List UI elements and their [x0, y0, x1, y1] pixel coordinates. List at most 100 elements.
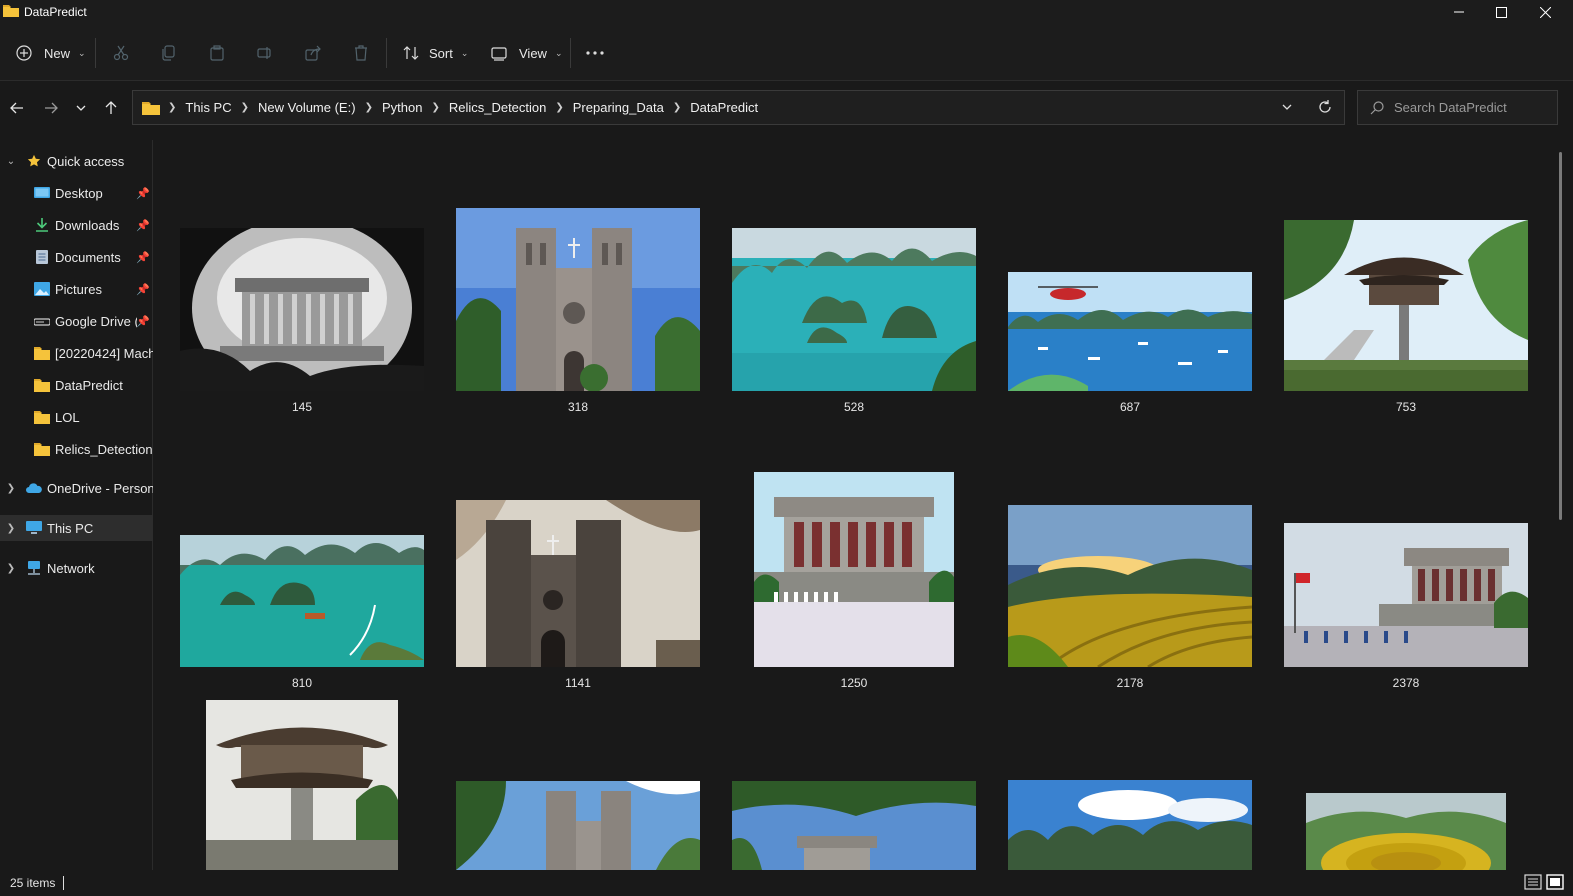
up-button[interactable]: [100, 97, 122, 119]
folder-icon: [142, 101, 160, 115]
image-thumbnail: [1306, 793, 1506, 870]
sort-button[interactable]: Sort ⌄: [403, 42, 468, 64]
image-thumbnail: [180, 535, 424, 667]
chevron-right-icon[interactable]: ❯: [6, 483, 16, 494]
breadcrumb-new-volume[interactable]: New Volume (E:): [258, 100, 356, 115]
maximize-button[interactable]: [1478, 0, 1524, 24]
image-thumbnail: [732, 228, 976, 391]
sidebar-item-google-drive[interactable]: Google Drive (G:) 📌: [0, 308, 153, 334]
sidebar-item-quick-access[interactable]: ⌄ Quick access: [0, 148, 153, 174]
forward-button[interactable]: [40, 97, 62, 119]
sort-icon: [403, 46, 419, 60]
pictures-icon: [34, 282, 50, 296]
minimize-button[interactable]: [1436, 0, 1482, 24]
sidebar-item-machine-learning[interactable]: [20220424] Machine Learning: [0, 340, 153, 366]
more-icon: [586, 51, 604, 55]
image-thumbnail: [206, 700, 398, 870]
pin-icon: 📌: [136, 283, 150, 296]
breadcrumb-python[interactable]: Python: [382, 100, 422, 115]
sidebar-item-desktop[interactable]: Desktop 📌: [0, 180, 153, 206]
sidebar-item-downloads[interactable]: Downloads 📌: [0, 212, 153, 238]
breadcrumb-this-pc[interactable]: This PC: [185, 100, 231, 115]
image-thumbnail: [1008, 272, 1252, 391]
delete-button[interactable]: [353, 42, 369, 64]
arrow-left-icon: [10, 102, 23, 114]
status-bar: 25 items: [0, 870, 1573, 896]
folder-icon: [34, 411, 50, 424]
sidebar-item-label: Desktop: [55, 185, 103, 201]
chevron-right-icon[interactable]: ❯: [6, 523, 16, 534]
share-button[interactable]: [305, 42, 321, 64]
recent-locations-button[interactable]: [70, 97, 92, 119]
breadcrumb-separator: ❯: [364, 102, 373, 113]
refresh-icon: [1319, 100, 1331, 113]
address-history-button[interactable]: [1281, 99, 1293, 118]
pin-icon: 📌: [136, 219, 150, 232]
pin-icon: 📌: [136, 315, 150, 328]
arrow-right-icon: [45, 102, 58, 114]
address-bar[interactable]: ❯ This PC ❯ New Volume (E:) ❯ Python ❯ R…: [132, 90, 1345, 125]
sidebar-item-onedrive[interactable]: ❯ OneDrive - Personal: [0, 475, 153, 501]
breadcrumb-separator: ❯: [168, 102, 177, 113]
image-thumbnail: [456, 208, 700, 391]
rename-icon: [257, 47, 271, 59]
view-button[interactable]: View ⌄: [491, 42, 563, 64]
chevron-down-icon: ⌄: [554, 47, 563, 58]
sidebar-item-label: Network: [47, 560, 95, 576]
sort-label: Sort: [429, 45, 453, 61]
divider: [95, 38, 96, 68]
more-options-button[interactable]: [586, 42, 604, 64]
refresh-button[interactable]: [1317, 99, 1333, 118]
sidebar-item-relics-detection[interactable]: Relics_Detection: [0, 436, 153, 462]
details-view-icon[interactable]: [1524, 874, 1542, 890]
folder-icon: [34, 443, 50, 456]
copy-button[interactable]: [161, 42, 177, 64]
vertical-scrollbar[interactable]: [1559, 152, 1562, 520]
chevron-down-icon: ⌄: [78, 47, 86, 58]
back-button[interactable]: [6, 97, 28, 119]
breadcrumb-separator: ❯: [555, 102, 564, 113]
new-button[interactable]: New ⌄: [16, 42, 86, 64]
search-box[interactable]: [1357, 90, 1558, 125]
view-icon: [491, 47, 507, 61]
paste-button[interactable]: [209, 42, 225, 64]
folder-icon: [34, 379, 50, 392]
search-input[interactable]: [1394, 100, 1544, 115]
sidebar-item-lol[interactable]: LOL: [0, 404, 153, 430]
sidebar-item-label: Downloads: [55, 217, 120, 233]
sidebar-item-label: Quick access: [47, 153, 125, 169]
sidebar-item-documents[interactable]: Documents 📌: [0, 244, 153, 270]
documents-icon: [36, 250, 48, 264]
chevron-right-icon[interactable]: ❯: [6, 563, 16, 574]
breadcrumb-separator: ❯: [431, 102, 440, 113]
item-count: 25 items: [10, 876, 56, 890]
close-button[interactable]: [1522, 0, 1568, 24]
command-bar: New ⌄ Sort ⌄ View ⌄: [0, 24, 1573, 81]
file-name: 528: [843, 400, 865, 414]
image-thumbnail: [456, 500, 700, 667]
plus-circle-icon: [16, 45, 32, 61]
share-icon: [305, 45, 321, 61]
cut-button[interactable]: [113, 42, 129, 64]
breadcrumb-datapredict[interactable]: DataPredict: [690, 100, 758, 115]
sidebar-item-label: This PC: [47, 520, 94, 536]
file-name: 145: [291, 400, 313, 414]
sidebar-item-label: Pictures: [55, 281, 102, 297]
view-label: View: [519, 45, 547, 61]
chevron-down-icon: ⌄: [460, 47, 469, 58]
file-view: 145 318 528 687 753 810 1141 1250 2178 2…: [155, 140, 1555, 870]
rename-button[interactable]: [257, 42, 273, 64]
drive-icon: [34, 318, 50, 326]
title-bar: DataPredict: [0, 0, 1573, 24]
large-icons-view-icon[interactable]: [1546, 874, 1564, 890]
maximize-icon: [1495, 6, 1507, 18]
breadcrumb-preparing-data[interactable]: Preparing_Data: [573, 100, 664, 115]
sidebar-item-network[interactable]: ❯ Network: [0, 555, 153, 581]
chevron-down-icon[interactable]: ⌄: [6, 156, 16, 167]
image-thumbnail: [1008, 505, 1252, 667]
breadcrumb-relics-detection[interactable]: Relics_Detection: [449, 100, 547, 115]
sidebar-item-datapredict[interactable]: DataPredict: [0, 372, 153, 398]
window-title: DataPredict: [24, 5, 87, 19]
sidebar-item-pictures[interactable]: Pictures 📌: [0, 276, 153, 302]
sidebar-item-this-pc[interactable]: ❯ This PC: [0, 515, 153, 541]
